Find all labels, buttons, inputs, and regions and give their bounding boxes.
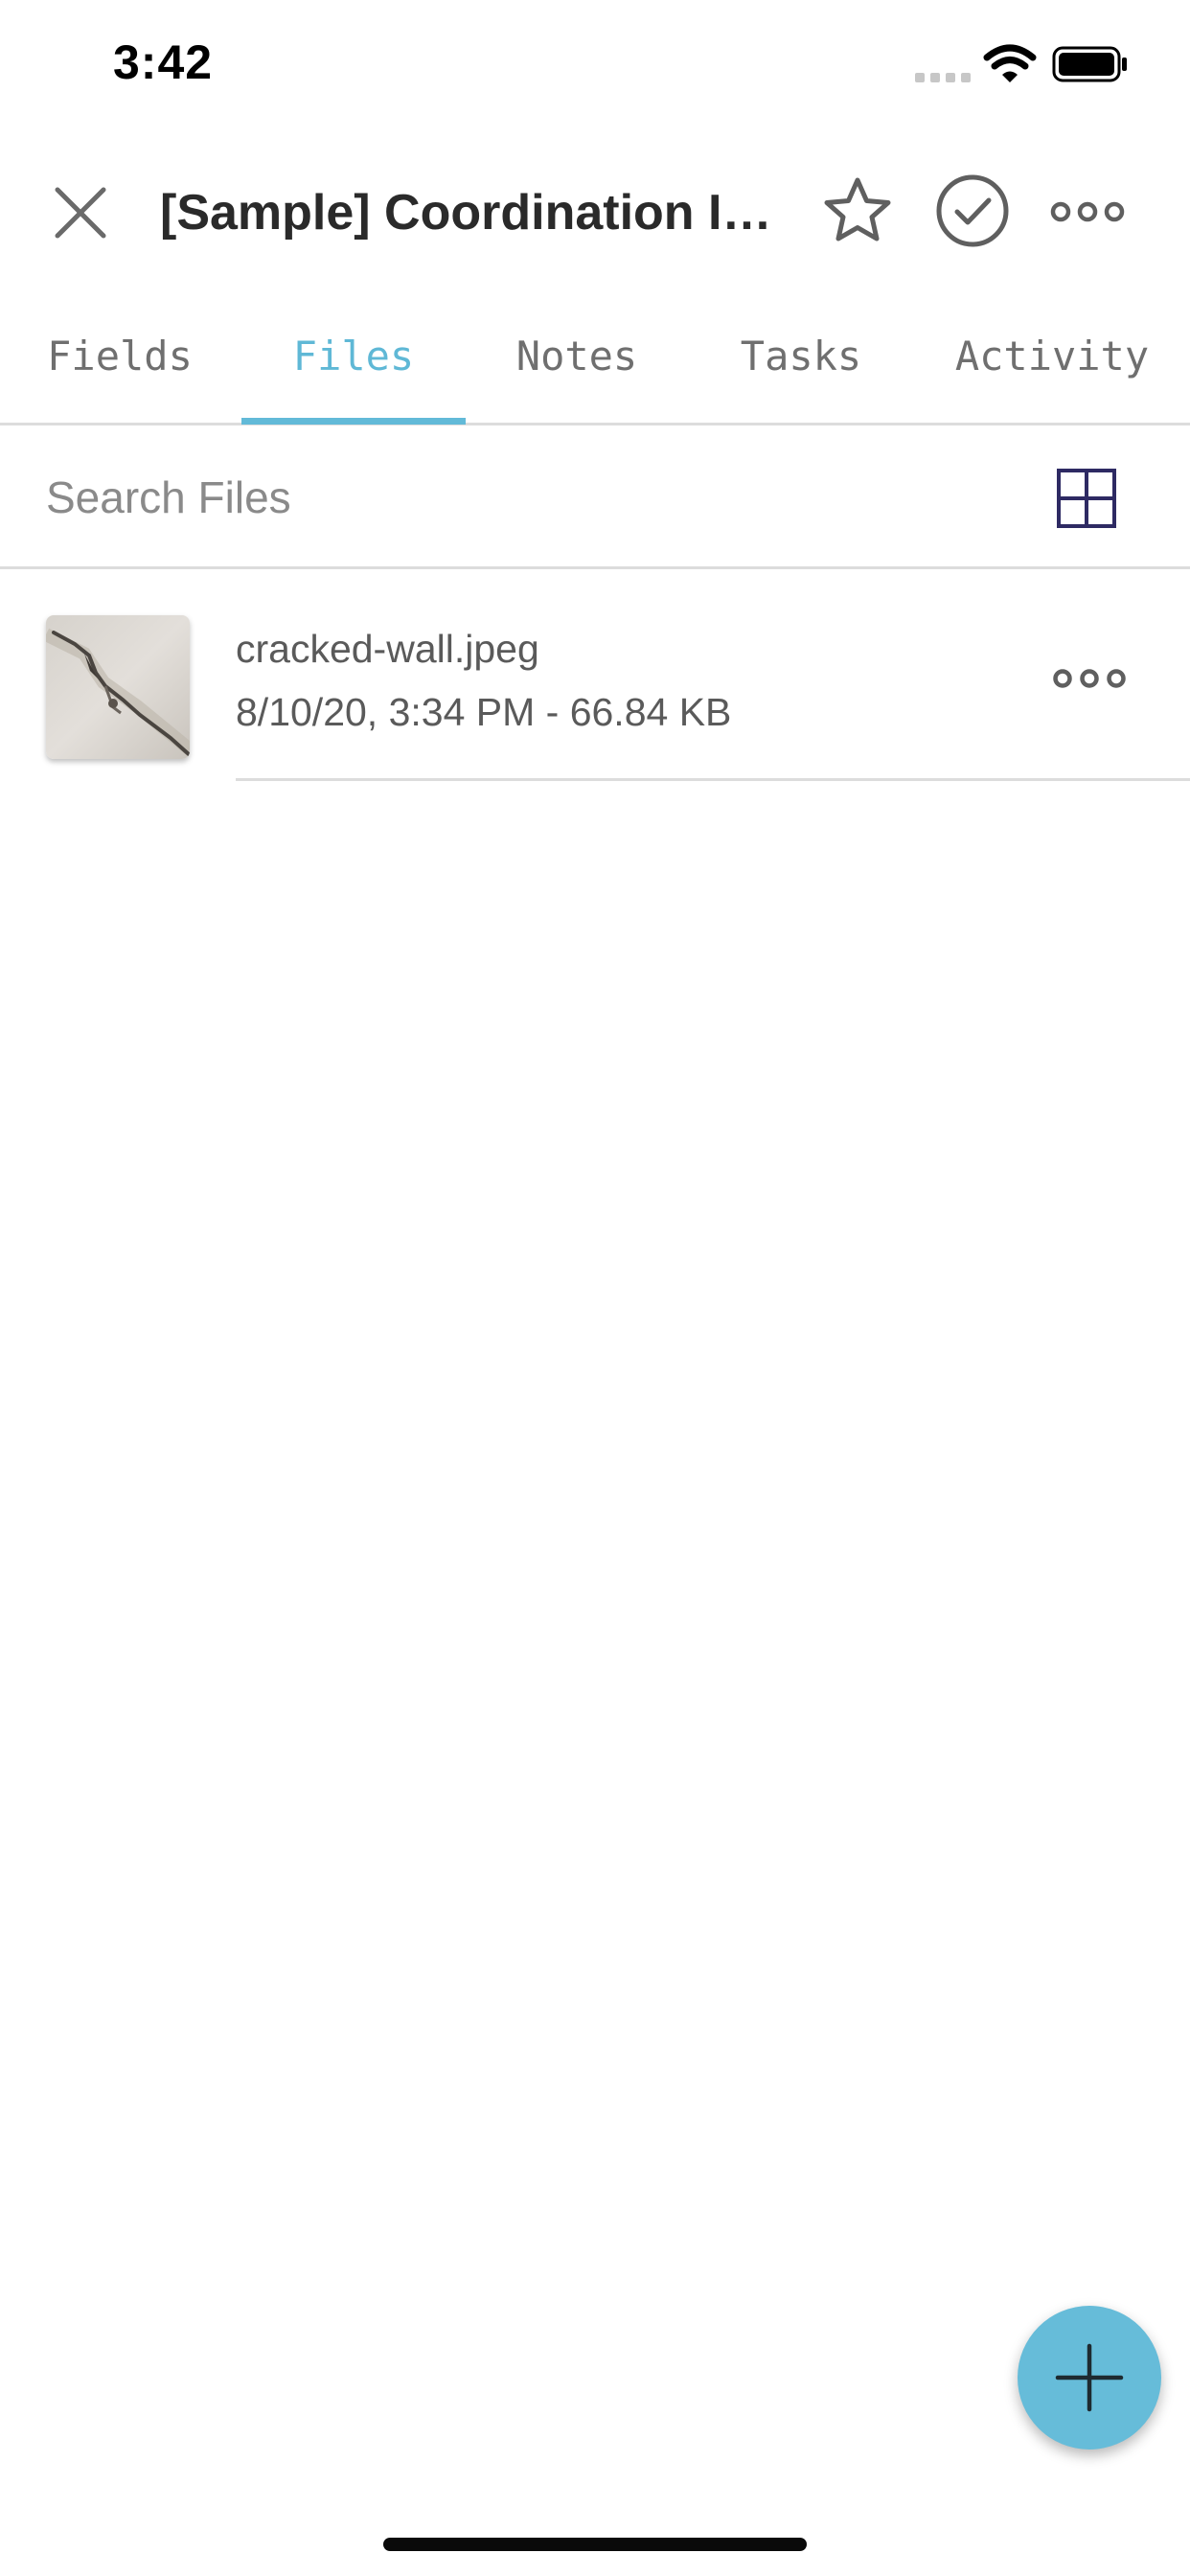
file-meta: 8/10/20, 3:34 PM - 66.84 KB (236, 690, 732, 734)
tab-activity[interactable]: Activity (914, 307, 1190, 426)
page-title: [Sample] Coordination Iss... (160, 185, 792, 241)
more-horizontal-icon (1053, 669, 1126, 688)
tab-notes[interactable]: Notes (466, 307, 688, 426)
grid-view-icon (1057, 469, 1116, 528)
wifi-icon (983, 44, 1037, 82)
tab-tasks[interactable]: Tasks (688, 307, 914, 426)
more-options-button[interactable] (1044, 178, 1131, 245)
home-indicator[interactable] (383, 2538, 807, 2551)
tab-bar: Fields Files Notes Tasks Activity (0, 307, 1190, 426)
row-divider (236, 778, 1190, 781)
active-tab-indicator (241, 418, 466, 425)
battery-icon (1052, 46, 1127, 82)
grid-view-toggle-button[interactable] (1054, 466, 1119, 531)
list-item[interactable]: cracked-wall.jpeg 8/10/20, 3:34 PM - 66.… (0, 569, 1190, 781)
status-time: 3:42 (113, 35, 214, 89)
image-thumbnail (46, 615, 190, 759)
tab-fields[interactable]: Fields (0, 307, 240, 426)
tab-files[interactable]: Files (241, 307, 466, 426)
complete-button[interactable] (932, 171, 1013, 251)
header: [Sample] Coordination Iss... (0, 144, 1190, 272)
close-icon (55, 187, 106, 239)
search-bar (0, 427, 1190, 569)
star-icon (824, 177, 891, 242)
search-input[interactable] (46, 456, 985, 539)
close-button[interactable] (42, 174, 119, 251)
status-bar: 3:42 (0, 0, 1190, 126)
plus-icon (1055, 2343, 1124, 2412)
file-more-options-button[interactable] (1046, 650, 1133, 707)
more-horizontal-icon (1050, 201, 1125, 222)
cellular-signal-icon (915, 73, 971, 82)
add-file-button[interactable] (1018, 2306, 1161, 2450)
check-circle-icon (936, 174, 1009, 247)
file-name: cracked-wall.jpeg (236, 627, 539, 671)
favorite-button[interactable] (819, 172, 896, 249)
